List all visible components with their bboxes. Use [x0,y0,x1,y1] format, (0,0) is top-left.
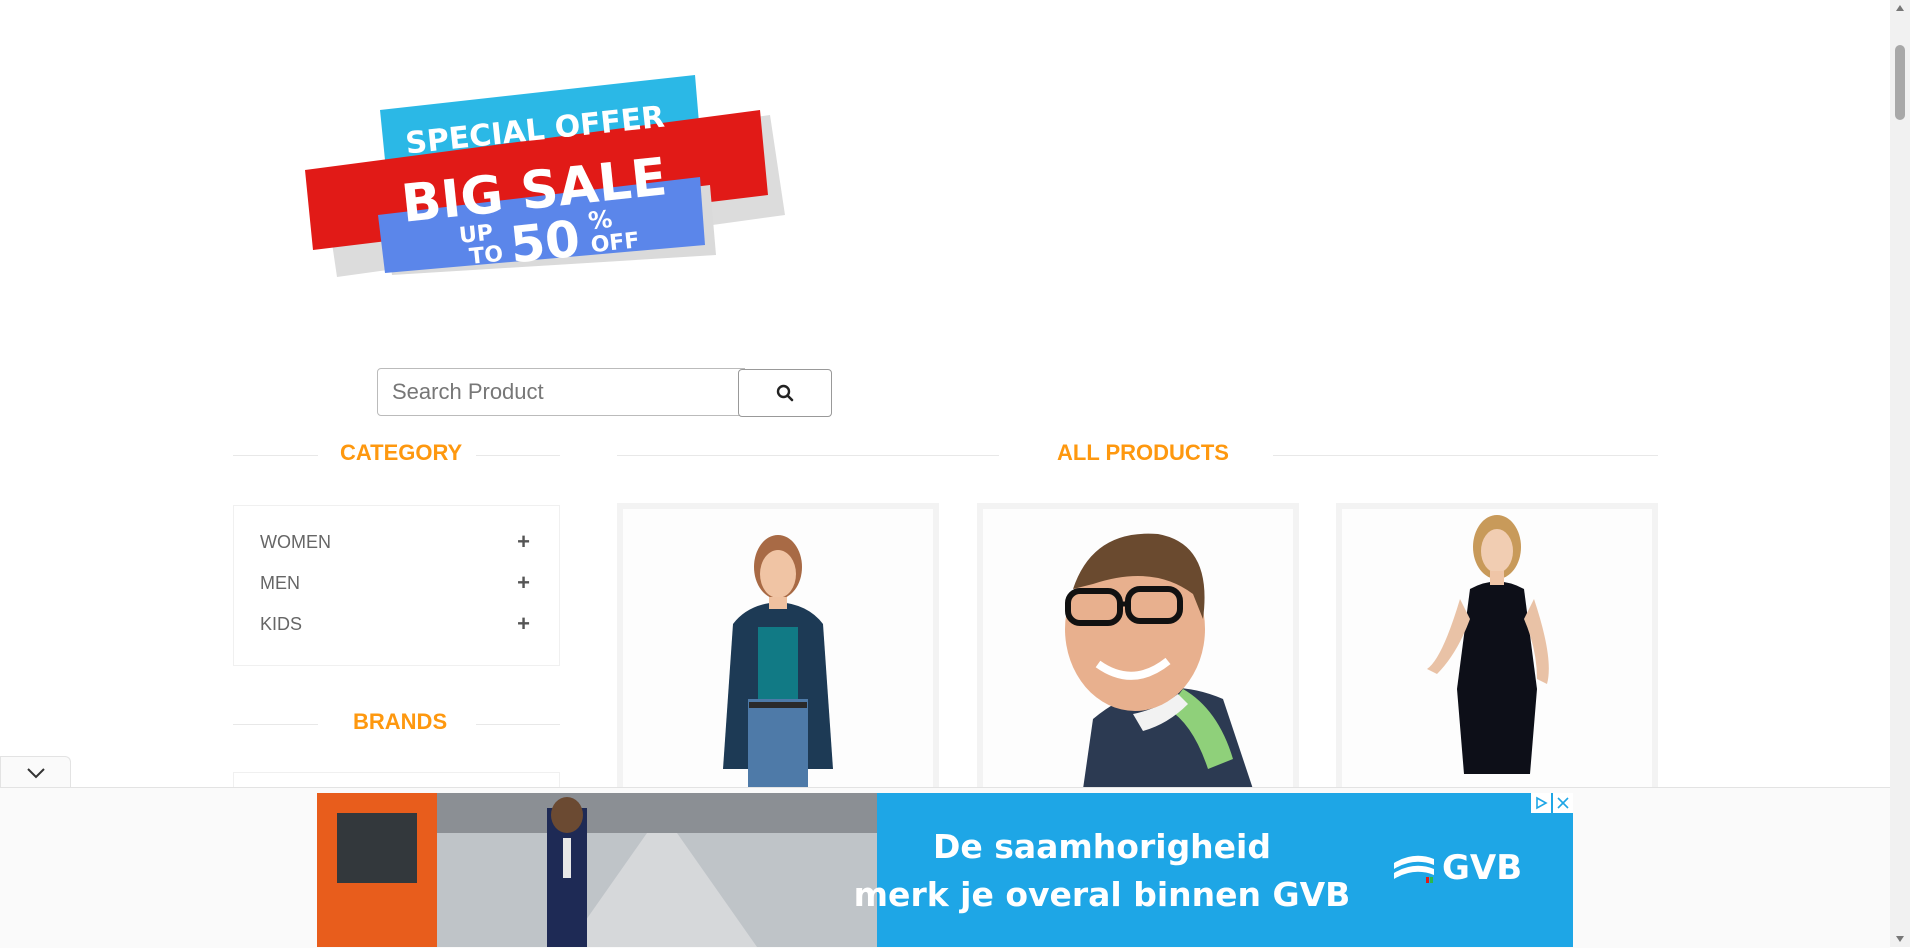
all-products-title: ALL PRODUCTS [1057,440,1229,465]
category-title: CATEGORY [340,440,463,465]
adchoices-icon[interactable] [1531,793,1551,813]
product-card[interactable] [1336,503,1658,793]
search-input[interactable] [377,368,745,416]
brands-divider-right [476,724,560,725]
category-item-women[interactable]: WOMEN + [260,526,530,558]
banner-percent-number: 50 [507,210,582,275]
woman-cardigan-photo [623,509,933,787]
search-bar [377,368,832,418]
banner-off: OFF [590,228,641,258]
ad-controls [1531,793,1573,813]
product-card[interactable] [617,503,939,793]
plus-icon[interactable]: + [517,611,530,637]
man-glasses-photo [983,509,1293,787]
brands-title: BRANDS [353,709,448,734]
close-icon[interactable] [1553,793,1573,813]
train-station-photo [317,793,877,947]
ad-line2: merk je overal binnen GVB [853,875,1351,914]
category-divider-left [233,455,318,456]
category-label: MEN [260,572,300,593]
ad-brand: GVB [1442,848,1523,888]
ad-line1: De saamhorigheid [932,827,1271,866]
scrollbar-thumb[interactable] [1895,45,1905,120]
plus-icon[interactable]: + [517,529,530,555]
category-label: KIDS [260,613,303,634]
brands-divider-left [233,724,318,725]
category-panel: WOMEN + MEN + KIDS + [233,505,560,666]
category-label: WOMEN [260,531,331,552]
chevron-down-icon [26,767,45,778]
woman-black-dress-photo [1342,509,1652,787]
special-offer-banner: SPECIAL OFFER BIG SALE UP TO 50 % OFF [300,65,790,295]
plus-icon[interactable]: + [517,570,530,596]
category-divider-right [476,455,560,456]
products-divider-left [617,455,999,456]
vertical-scrollbar[interactable] [1890,0,1910,947]
product-card[interactable] [977,503,1299,793]
search-icon [776,384,794,402]
gvb-wave-icon [1394,855,1434,883]
products-divider-right [1273,455,1658,456]
gvb-logo: GVB [1392,848,1522,888]
sale-banner-graphic: SPECIAL OFFER BIG SALE UP TO 50 % OFF [305,75,785,277]
ad-headline: De saamhorigheid merk je overal binnen G… [797,823,1407,919]
advertisement[interactable]: De saamhorigheid merk je overal binnen G… [317,793,1573,947]
category-item-kids[interactable]: KIDS + [260,608,530,640]
scroll-up-arrow-icon[interactable] [1890,0,1910,16]
category-item-men[interactable]: MEN + [260,567,530,599]
ad-collapse-toggle[interactable] [0,756,71,788]
banner-to: TO [468,242,504,270]
search-button[interactable] [738,369,832,417]
scroll-down-arrow-icon[interactable] [1890,931,1910,947]
